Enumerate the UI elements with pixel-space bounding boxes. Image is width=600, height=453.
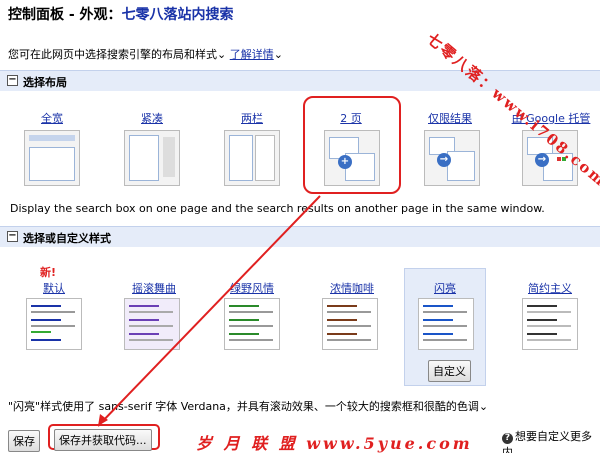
style-section-header[interactable]: − 选择或自定义样式 (0, 226, 600, 247)
style-thumbnail-coffee[interactable] (322, 298, 378, 350)
intro-text: 您可在此网页中选择搜索引擎的布局和样式⌄ 了解详情⌄ (8, 46, 283, 62)
style-thumbnail-green[interactable] (224, 298, 280, 350)
layout-option-compact[interactable]: 紧凑 (112, 110, 192, 126)
layout-option-results-only[interactable]: 仅限结果 (410, 110, 490, 126)
new-badge: 新! (40, 266, 57, 279)
layout-thumbnail-results-only[interactable]: → (424, 130, 480, 186)
page-title-prefix: 控制面板 - 外观： (8, 7, 122, 23)
collapse-toggle-icon[interactable]: − (7, 75, 18, 86)
style-thumbnail-default[interactable] (26, 298, 82, 350)
layout-description: Display the search box on one page and t… (10, 202, 545, 215)
layout-section-heading: 选择布局 (23, 76, 67, 89)
layout-option-two-column[interactable]: 两栏 (212, 110, 292, 126)
layout-thumbnail-two-column[interactable] (224, 130, 280, 186)
question-icon: ? (502, 433, 513, 444)
save-button[interactable]: 保存 (8, 430, 40, 452)
style-option-shiny[interactable]: 闪亮 (405, 280, 485, 296)
style-note: "闪亮"样式使用了 sans-serif 字体 Verdana，并具有滚动效果、… (8, 398, 488, 414)
style-thumbnail-shiny[interactable] (418, 298, 474, 350)
collapse-toggle-icon[interactable]: − (7, 231, 18, 242)
style-option-rock[interactable]: 摇滚舞曲 (114, 280, 194, 296)
learn-more-link[interactable]: 了解详情 (230, 48, 274, 61)
layout-thumbnail-two-page[interactable]: + (324, 130, 380, 186)
style-option-green[interactable]: 绿野风情 (212, 280, 292, 296)
style-option-default[interactable]: 默认 (14, 280, 94, 296)
layout-option-full-width[interactable]: 全宽 (12, 110, 92, 126)
layout-option-two-page[interactable]: 2 页 (311, 110, 391, 126)
arrow-right-icon: → (535, 153, 549, 167)
customize-style-button[interactable]: 自定义 (428, 360, 471, 382)
style-option-coffee[interactable]: 浓情咖啡 (312, 280, 392, 296)
chevron-down-icon: ⌄ (273, 48, 283, 61)
page-title: 控制面板 - 外观：七零八落站内搜索 (8, 4, 234, 24)
style-section-heading: 选择或自定义样式 (23, 232, 111, 245)
layout-thumbnail-full-width[interactable] (24, 130, 80, 186)
arrow-right-icon: + (338, 155, 352, 169)
style-thumbnail-minimal[interactable] (522, 298, 578, 350)
chevron-down-icon: ⌄ (217, 48, 227, 61)
style-option-minimal[interactable]: 简约主义 (510, 280, 590, 296)
layout-thumbnail-compact[interactable] (124, 130, 180, 186)
help-link[interactable]: ? 想要自定义更多内 (502, 428, 600, 453)
help-text: 想要自定义更多内 (502, 430, 592, 453)
save-and-get-code-button[interactable]: 保存并获取代码... (54, 429, 152, 451)
chevron-down-icon: ⌄ (478, 400, 489, 413)
page-title-site: 七零八落站内搜索 (121, 7, 234, 23)
watermark-bottom: 岁 月 联 盟 www.5yue.com (196, 434, 473, 453)
arrow-right-icon: → (437, 153, 451, 167)
intro-description: 您可在此网页中选择搜索引擎的布局和样式 (8, 48, 217, 61)
layout-section-header[interactable]: − 选择布局 (0, 70, 600, 91)
style-note-text: "闪亮"样式使用了 sans-serif 字体 Verdana，并具有滚动效果、… (8, 400, 479, 413)
style-thumbnail-rock[interactable] (124, 298, 180, 350)
